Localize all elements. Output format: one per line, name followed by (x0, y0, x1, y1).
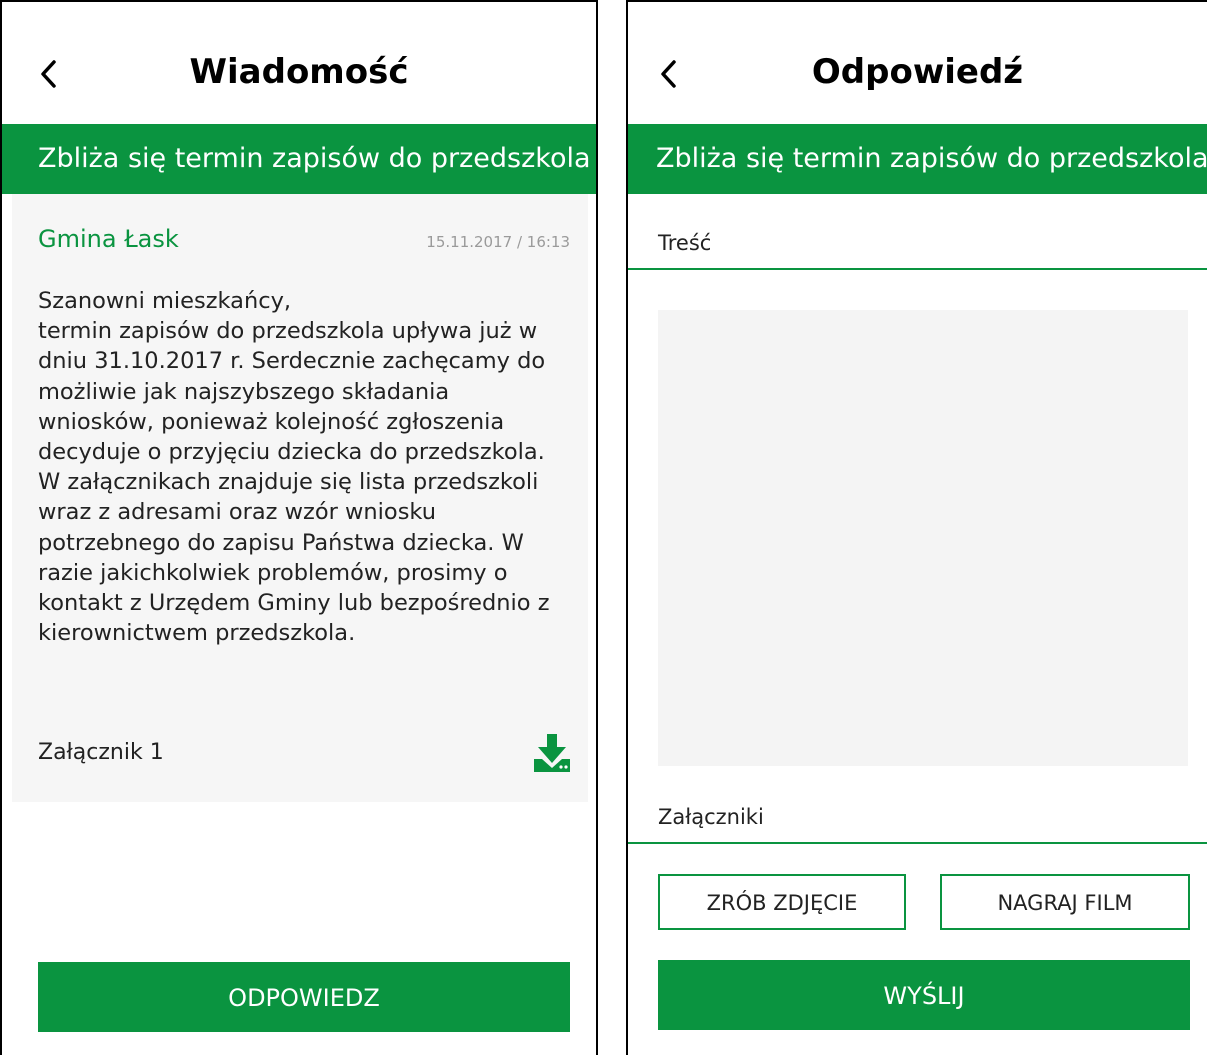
message-card: Gmina Łask 15.11.2017 / 16:13 Szanowni m… (12, 194, 588, 802)
send-button[interactable]: WYŚLIJ (658, 960, 1190, 1030)
message-sender: Gmina Łask (38, 225, 179, 253)
content-label: Treść (658, 231, 712, 255)
message-subject-bar: Zbliża się termin zapisów do przedszkola (2, 124, 596, 194)
page-title: Wiadomość (189, 52, 409, 92)
reply-subject-bar: Zbliża się termin zapisów do przedszkola (628, 124, 1207, 194)
reply-screen: Odpowiedź Zbliża się termin zapisów do p… (626, 0, 1207, 1055)
take-photo-button[interactable]: ZRÓB ZDJĘCIE (658, 874, 906, 930)
record-video-button[interactable]: NAGRAJ FILM (940, 874, 1190, 930)
attachment-row[interactable]: Załącznik 1 (38, 732, 572, 774)
attachment-label: Załącznik 1 (38, 740, 164, 765)
message-greeting: Szanowni mieszkańcy, (38, 288, 292, 314)
attachments-divider (628, 842, 1207, 844)
reply-button[interactable]: ODPOWIEDZ (38, 962, 570, 1032)
page-title: Odpowiedź (811, 52, 1024, 92)
download-icon[interactable] (532, 732, 572, 774)
content-divider (628, 268, 1207, 270)
message-screen: Wiadomość Zbliża się termin zapisów do p… (0, 0, 598, 1055)
message-body: Szanowni mieszkańcy, termin zapisów do p… (38, 286, 568, 648)
message-text: termin zapisów do przedszkola upływa już… (38, 318, 550, 647)
reply-content-field[interactable] (658, 310, 1188, 766)
attachments-label: Załączniki (658, 805, 764, 829)
message-date: 15.11.2017 / 16:13 (426, 233, 570, 251)
